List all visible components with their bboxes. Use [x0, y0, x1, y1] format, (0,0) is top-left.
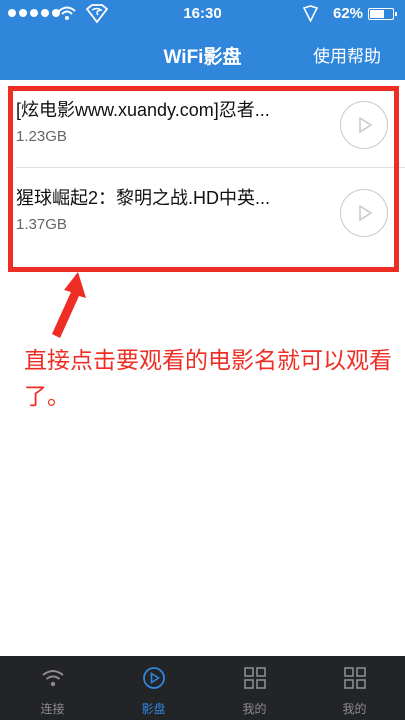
play-circle-icon: [143, 667, 165, 689]
list-item[interactable]: 猩球崛起2：黎明之战.HD中英... 1.37GB: [0, 168, 405, 256]
tab-label: 影盘: [141, 702, 166, 716]
status-bar: 16:30 62%: [0, 0, 405, 28]
tab-mine[interactable]: 我的: [204, 656, 305, 720]
arrow-icon: [52, 272, 86, 338]
wifi-icon: [42, 670, 64, 687]
help-button[interactable]: 使用帮助: [313, 42, 381, 67]
file-name[interactable]: 猩球崛起2：黎明之战.HD中英...: [16, 184, 326, 210]
file-size: 1.37GB: [16, 216, 67, 233]
tab-label: 我的: [342, 702, 367, 716]
grid-icon: [344, 667, 366, 689]
play-button[interactable]: [340, 189, 388, 237]
list-item[interactable]: [炫电影www.xuandy.com]忍者... 1.23GB: [0, 80, 405, 168]
tab-label: 我的: [242, 702, 267, 716]
tab-mine-2[interactable]: 我的: [304, 656, 405, 720]
battery-icon: [368, 8, 397, 20]
play-button[interactable]: [340, 101, 388, 149]
tab-bar: 连接 影盘 我的 我的: [0, 656, 405, 720]
annotation-text: 直接点击要观看的电影名就可以观看了。: [24, 347, 392, 409]
tab-label: 连接: [40, 702, 65, 716]
tab-connect[interactable]: 连接: [2, 656, 103, 720]
tab-disk[interactable]: 影盘: [103, 656, 204, 720]
play-icon: [359, 205, 372, 221]
file-size: 1.23GB: [16, 128, 67, 145]
shield-icon: [303, 5, 318, 22]
top-bar: 16:30 62% WiFi影盘 使用帮助: [0, 0, 405, 80]
battery-percent: 62%: [333, 5, 364, 22]
grid-icon: [244, 667, 266, 689]
file-name[interactable]: [炫电影www.xuandy.com]忍者...: [16, 96, 326, 122]
play-icon: [359, 117, 372, 133]
